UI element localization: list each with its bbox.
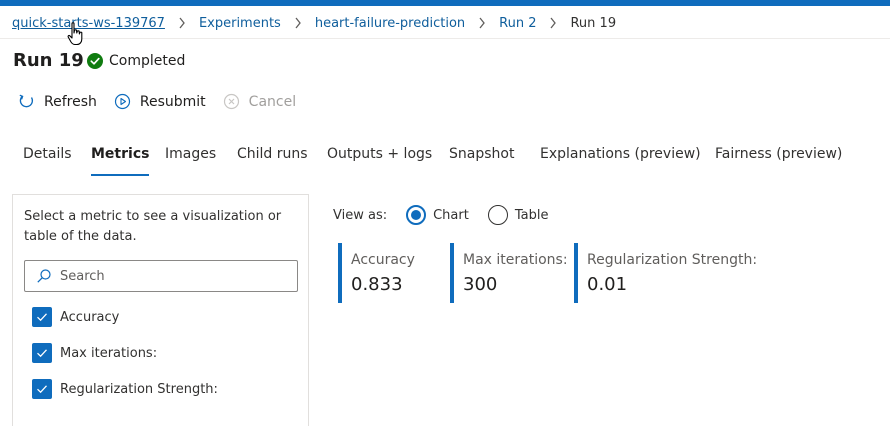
tab-fairness[interactable]: Fairness (preview) — [715, 146, 842, 178]
metrics-selection-panel: Select a metric to see a visualization o… — [12, 194, 309, 426]
radio-button-selected[interactable] — [406, 205, 427, 225]
radio-button[interactable] — [487, 205, 508, 225]
tab-explanations[interactable]: Explanations (preview) — [540, 146, 701, 178]
tab-outputs-logs[interactable]: Outputs + logs — [327, 146, 432, 178]
checkbox-checked[interactable] — [32, 343, 52, 363]
play-circle-icon — [114, 93, 130, 110]
tab-images[interactable]: Images — [165, 146, 216, 178]
search-input[interactable] — [60, 268, 280, 284]
refresh-label: Refresh — [44, 93, 97, 110]
status-badge: Completed — [87, 53, 185, 69]
tab-details[interactable]: Details — [23, 146, 72, 178]
metric-checkbox-max-iterations[interactable]: Max iterations: — [32, 343, 157, 363]
top-accent-bar — [0, 0, 890, 6]
breadcrumb-experiments[interactable]: Experiments — [199, 16, 281, 31]
cancel-label: Cancel — [248, 93, 297, 110]
view-as-label: View as: — [333, 207, 388, 223]
check-circle-icon — [87, 53, 103, 69]
metric-card-accuracy: Accuracy 0.833 — [338, 243, 415, 303]
metric-card-label: Regularization Strength: — [587, 252, 758, 268]
metric-checkbox-regularization[interactable]: Regularization Strength: — [32, 379, 218, 399]
chevron-right-icon — [536, 15, 570, 31]
panel-description: Select a metric to see a visualization o… — [24, 209, 282, 244]
radio-chart-label: Chart — [433, 207, 469, 223]
checkbox-checked[interactable] — [32, 379, 52, 399]
tab-bar: Details Metrics Images Child runs Output… — [0, 146, 890, 180]
tab-snapshot[interactable]: Snapshot — [449, 146, 514, 178]
metric-checkbox-label: Max iterations: — [60, 345, 158, 361]
command-bar: Refresh Resubmit Cancel — [18, 93, 313, 110]
chevron-right-icon — [165, 15, 199, 31]
radio-chart[interactable]: Chart — [406, 205, 469, 225]
status-text: Completed — [109, 53, 186, 69]
refresh-icon — [19, 94, 34, 108]
page-title: Run 19 — [13, 50, 84, 71]
checkmark-icon — [37, 385, 47, 394]
hand-cursor-icon — [67, 22, 83, 46]
breadcrumb-experiment-name[interactable]: heart-failure-prediction — [315, 16, 465, 31]
cancel-circle-icon — [223, 93, 239, 110]
checkmark-icon — [37, 349, 47, 358]
metric-checkbox-label: Regularization Strength: — [60, 381, 218, 397]
metric-card-label: Max iterations: — [463, 252, 568, 268]
metric-card-value: 0.833 — [351, 274, 403, 295]
chevron-right-icon — [465, 15, 499, 31]
breadcrumb-parent-run[interactable]: Run 2 — [499, 16, 536, 31]
tab-child-runs[interactable]: Child runs — [237, 146, 308, 178]
breadcrumb: quick-starts-ws-139767 Experiments heart… — [12, 13, 616, 33]
cancel-button[interactable]: Cancel — [223, 93, 296, 110]
search-icon — [37, 269, 51, 283]
breadcrumb-workspace[interactable]: quick-starts-ws-139767 — [12, 16, 165, 31]
chevron-right-icon — [281, 15, 315, 31]
metric-card-value: 0.01 — [587, 274, 628, 295]
breadcrumb-current: Run 19 — [570, 15, 617, 31]
tab-metrics[interactable]: Metrics — [91, 146, 150, 178]
metric-checkbox-accuracy[interactable]: Accuracy — [32, 307, 119, 327]
metric-search-box[interactable] — [24, 260, 298, 292]
radio-table[interactable]: Table — [487, 205, 549, 225]
radio-table-label: Table — [514, 207, 549, 223]
resubmit-label: Resubmit — [139, 93, 206, 110]
metric-card-label: Accuracy — [351, 252, 415, 268]
resubmit-button[interactable]: Resubmit — [114, 93, 206, 110]
metric-card-max-iterations: Max iterations: 300 — [450, 243, 568, 303]
view-as-group: View as: Chart Table — [333, 205, 548, 225]
header-divider — [0, 38, 890, 39]
checkmark-icon — [37, 313, 47, 322]
refresh-button[interactable]: Refresh — [18, 93, 97, 110]
metric-checkbox-label: Accuracy — [60, 309, 120, 325]
metric-card-value: 300 — [463, 274, 498, 295]
checkbox-checked[interactable] — [32, 307, 52, 327]
metric-card-regularization: Regularization Strength: 0.01 — [574, 243, 757, 303]
